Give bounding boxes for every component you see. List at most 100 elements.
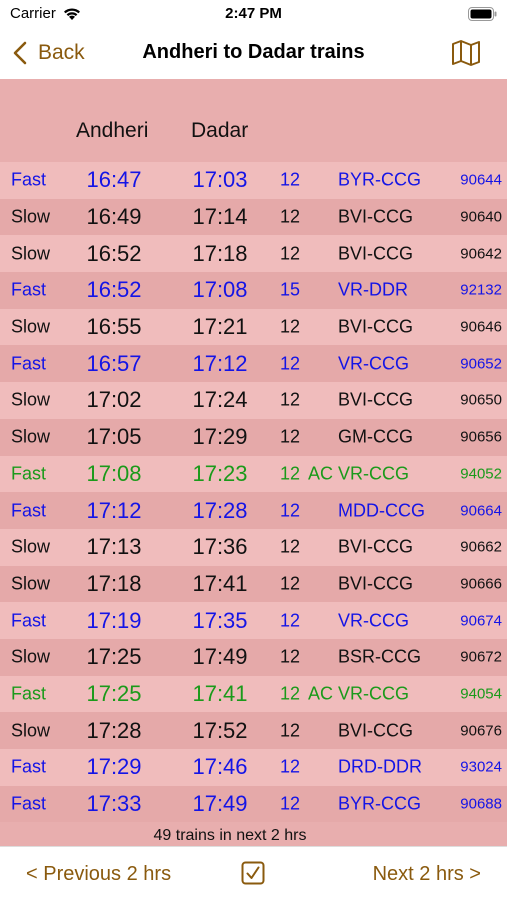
train-type: Fast xyxy=(11,169,47,190)
status-time: 2:47 PM xyxy=(225,5,282,22)
departure-time: 16:52 xyxy=(86,277,142,303)
table-row[interactable]: Slow 16:55 17:21 12 BVI-CCG 90646 xyxy=(0,308,507,346)
route-code: VR-CCG xyxy=(338,683,409,704)
table-row[interactable]: Slow 17:28 17:52 12 BVI-CCG 90676 xyxy=(0,712,507,749)
route-code: MDD-CCG xyxy=(338,500,425,521)
table-row[interactable]: Fast 16:57 17:12 12 VR-CCG 90652 xyxy=(0,345,507,383)
departure-time: 16:47 xyxy=(86,167,142,193)
train-number: 90676 xyxy=(460,722,502,740)
train-type: Fast xyxy=(11,463,47,484)
train-list: Fast 16:47 17:03 12 BYR-CCG 90644 Slow 16:49 17:… xyxy=(0,162,507,823)
departure-time: 16:55 xyxy=(86,314,142,340)
route-code: BYR-CCG xyxy=(338,793,422,814)
bottom-toolbar: < Previous 2 hrs Next 2 hrs > xyxy=(0,846,507,900)
train-type: Fast xyxy=(11,793,47,814)
arrival-time: 17:28 xyxy=(192,497,248,523)
table-row[interactable]: Fast 17:08 17:23 12 AC VR-CCG 94052 xyxy=(0,455,507,493)
train-number: 90640 xyxy=(460,208,502,226)
train-type: Slow xyxy=(11,536,51,557)
departure-time: 17:25 xyxy=(86,644,142,670)
car-count: 12 xyxy=(280,463,301,484)
car-count: 12 xyxy=(280,683,301,704)
arrival-time: 17:08 xyxy=(192,277,248,303)
car-count: 12 xyxy=(280,316,301,337)
route-code: VR-CCG xyxy=(338,610,409,631)
departure-time: 17:05 xyxy=(86,424,142,450)
departure-time: 17:33 xyxy=(86,791,142,817)
map-icon[interactable] xyxy=(451,39,481,67)
arrival-time: 17:52 xyxy=(192,717,248,743)
car-count: 12 xyxy=(280,756,301,777)
checkbox-icon[interactable] xyxy=(241,861,265,885)
table-row[interactable]: Fast 17:33 17:49 12 BYR-CCG 90688 xyxy=(0,785,507,823)
car-count: 12 xyxy=(280,243,301,264)
departure-time: 16:57 xyxy=(86,350,142,376)
table-row[interactable]: Slow 17:05 17:29 12 GM-CCG 90656 xyxy=(0,418,507,456)
route-code: BVI-CCG xyxy=(338,206,414,227)
departure-time: 17:13 xyxy=(86,534,142,560)
car-count: 12 xyxy=(280,389,301,410)
car-count: 12 xyxy=(280,536,301,557)
train-number: 90642 xyxy=(460,245,502,263)
arrival-time: 17:35 xyxy=(192,607,248,633)
train-count: 49 trains in next 2 hrs xyxy=(153,827,307,844)
car-count: 12 xyxy=(280,426,301,447)
table-row[interactable]: Slow 17:18 17:41 12 BVI-CCG 90666 xyxy=(0,565,507,603)
car-count: 12 xyxy=(280,573,301,594)
train-number: 90652 xyxy=(460,355,502,373)
departure-time: 17:08 xyxy=(86,460,142,486)
departure-time: 17:12 xyxy=(86,497,142,523)
train-type: Slow xyxy=(11,243,51,264)
table-row[interactable]: Slow 16:49 17:14 12 BVI-CCG 90640 xyxy=(0,198,507,236)
route-code: BVI-CCG xyxy=(338,316,414,337)
table-row[interactable]: Slow 17:13 17:36 12 BVI-CCG 90662 xyxy=(0,528,507,566)
back-button[interactable]: Back xyxy=(12,38,85,68)
table-row[interactable]: Fast 17:19 17:35 12 VR-CCG 90674 xyxy=(0,602,507,639)
table-row[interactable]: Fast 17:29 17:46 12 DRD-DDR 93024 xyxy=(0,749,507,786)
car-count: 12 xyxy=(280,720,301,741)
arrival-time: 17:14 xyxy=(192,204,248,230)
table-row[interactable]: Fast 17:12 17:28 12 MDD-CCG 90664 xyxy=(0,492,507,529)
departure-time: 16:49 xyxy=(86,204,142,230)
navigation-bar: Back Andheri to Dadar trains xyxy=(0,30,507,78)
train-number: 90688 xyxy=(460,795,502,813)
route-code: BVI-CCG xyxy=(338,720,414,741)
ac-label: AC xyxy=(308,463,334,484)
route-code: DRD-DDR xyxy=(338,756,422,777)
departure-time: 17:02 xyxy=(86,387,142,413)
departure-time: 17:18 xyxy=(86,570,142,596)
train-number: 90664 xyxy=(460,502,502,520)
train-number: 90650 xyxy=(460,391,502,409)
previous-2hrs-button[interactable]: < Previous 2 hrs xyxy=(26,863,171,886)
departure-time: 17:25 xyxy=(86,680,142,706)
train-type: Fast xyxy=(11,500,47,521)
car-count: 12 xyxy=(280,500,301,521)
train-number: 90644 xyxy=(460,171,502,189)
train-number: 90656 xyxy=(460,428,502,446)
train-type: Slow xyxy=(11,206,51,227)
car-count: 12 xyxy=(280,610,301,631)
arrival-time: 17:29 xyxy=(192,424,248,450)
table-row[interactable]: Fast 17:25 17:41 12 AC VR-CCG 94054 xyxy=(0,675,507,713)
route-code: VR-CCG xyxy=(338,463,409,484)
next-2hrs-button[interactable]: Next 2 hrs > xyxy=(373,863,481,886)
train-type: Fast xyxy=(11,353,47,374)
table-row[interactable]: Fast 16:47 17:03 12 BYR-CCG 90644 xyxy=(0,162,507,199)
table-row[interactable]: Fast 16:52 17:08 15 VR-DDR 92132 xyxy=(0,272,507,309)
departure-time: 17:19 xyxy=(86,607,142,633)
arrival-time: 17:18 xyxy=(192,240,248,266)
train-type: Slow xyxy=(11,720,51,741)
battery-icon xyxy=(468,7,497,21)
status-bar: Carrier 2:47 PM xyxy=(0,0,507,30)
table-row[interactable]: Slow 17:25 17:49 12 BSR-CCG 90672 xyxy=(0,638,507,676)
table-row[interactable]: Slow 16:52 17:18 12 BVI-CCG 90642 xyxy=(0,235,507,273)
timetable[interactable]: Andheri Dadar Fast 16:47 17:03 12 BYR-CCG 906… xyxy=(0,79,507,846)
arrival-time: 17:23 xyxy=(192,460,248,486)
table-row[interactable]: Slow 17:02 17:24 12 BVI-CCG 90650 xyxy=(0,382,507,419)
route-code: VR-CCG xyxy=(338,353,409,374)
train-type: Fast xyxy=(11,756,47,777)
route-code: BVI-CCG xyxy=(338,573,414,594)
train-number: 90646 xyxy=(460,318,502,336)
column-headers: Andheri Dadar xyxy=(0,119,507,149)
arrival-time: 17:49 xyxy=(192,791,248,817)
